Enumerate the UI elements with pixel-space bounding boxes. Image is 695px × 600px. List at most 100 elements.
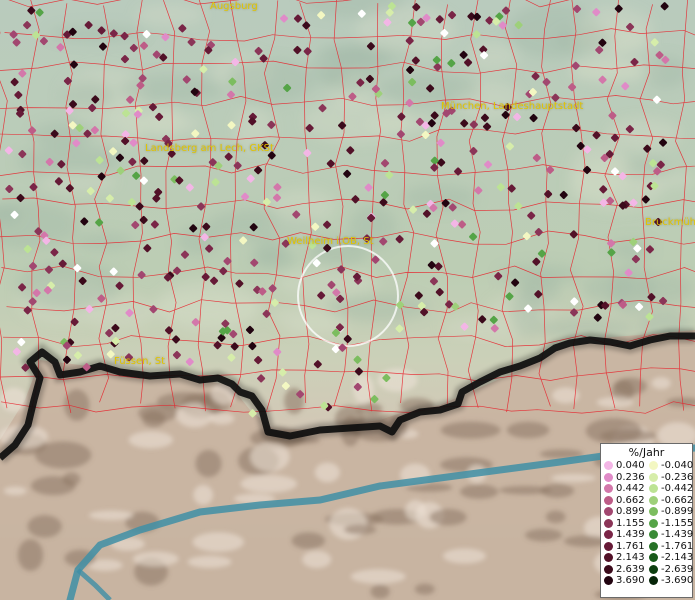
city-label-bruckmuehl: Bruckmüh xyxy=(645,217,695,228)
legend-value-negative: -3.690 xyxy=(661,575,694,587)
legend-swatch-negative xyxy=(649,530,658,540)
legend-swatch-positive xyxy=(604,507,613,517)
legend-swatch-negative xyxy=(649,472,658,482)
relief-patch xyxy=(72,232,134,251)
legend-swatch-negative xyxy=(649,553,658,563)
alps-relief xyxy=(459,484,499,499)
legend-swatch-positive xyxy=(604,576,613,586)
legend-value-negative: -0.442 xyxy=(661,483,694,495)
alps-relief xyxy=(291,532,326,550)
legend-row: 0.442 -0.442 xyxy=(601,483,694,495)
legend-rows: 0.040 -0.040 0.236 -0.236 0.442 -0.442 0.662 -0… xyxy=(601,460,694,587)
alps-relief xyxy=(370,584,390,599)
legend-value-positive: 0.899 xyxy=(616,506,645,518)
legend-value-negative: -2.143 xyxy=(661,552,694,564)
alps-relief xyxy=(62,472,81,486)
relief-patch xyxy=(249,250,297,271)
alps-relief xyxy=(440,421,501,439)
alps-relief xyxy=(314,462,341,483)
relief-patch xyxy=(135,3,204,26)
alps-relief xyxy=(195,449,222,478)
legend-value-negative: -2.639 xyxy=(661,563,694,575)
legend-value-positive: 1.155 xyxy=(616,517,645,529)
alps-relief xyxy=(350,569,406,584)
map-canvas[interactable] xyxy=(0,0,695,600)
legend-row: 1.439 -1.439 xyxy=(601,529,693,541)
alps-relief xyxy=(442,548,486,564)
legend-swatch-positive xyxy=(604,461,613,471)
alps-relief xyxy=(240,474,298,493)
legend-swatch-negative xyxy=(649,541,658,551)
alps-relief xyxy=(551,473,596,483)
alps-relief xyxy=(128,431,174,449)
legend-swatch-positive xyxy=(604,472,613,482)
legend-title: %/Jahr xyxy=(628,446,665,459)
legend-swatch-negative xyxy=(649,484,658,494)
legend-value-negative: -0.236 xyxy=(661,471,694,483)
alps-relief xyxy=(17,539,44,572)
alps-relief xyxy=(250,442,290,472)
alps-relief xyxy=(377,368,418,392)
alps-relief xyxy=(192,532,245,552)
city-label-augsburg: Augsburg xyxy=(210,1,258,12)
legend-swatch-negative xyxy=(649,576,658,586)
city-label-fuessen: Füssen, St xyxy=(114,356,166,367)
legend-swatch-negative xyxy=(649,564,658,574)
legend-swatch-positive xyxy=(604,530,613,540)
legend-value-positive: 0.662 xyxy=(616,494,645,506)
alps-relief xyxy=(614,377,647,395)
legend-value-positive: 2.639 xyxy=(616,563,645,575)
alps-relief xyxy=(27,515,62,538)
legend-value-negative: -0.899 xyxy=(661,506,694,518)
alps-relief xyxy=(414,583,435,595)
alps-relief xyxy=(138,404,178,423)
legend-row: 3.690 -3.690 xyxy=(601,575,694,587)
legend-swatch-positive xyxy=(604,541,613,551)
legend-swatch-negative xyxy=(649,495,658,505)
city-label-weilheim: Weilheim i.OB, St xyxy=(287,236,374,247)
legend-row: 0.662 -0.662 xyxy=(601,494,694,507)
legend-value-positive: 2.143 xyxy=(616,552,645,564)
alps-relief xyxy=(585,418,642,444)
legend-swatch-negative xyxy=(649,461,658,471)
relief-patch xyxy=(521,275,560,307)
legend-row: 1.761 -1.761 xyxy=(601,541,693,553)
alps-relief xyxy=(0,387,28,413)
legend-value-negative: -0.040 xyxy=(661,460,694,472)
alps-relief xyxy=(499,485,552,495)
legend-swatch-positive xyxy=(604,484,613,494)
relief-patch xyxy=(269,188,336,224)
legend-row: 0.899 -0.899 xyxy=(601,506,694,518)
alps-relief xyxy=(545,510,566,524)
legend-value-positive: 0.442 xyxy=(616,483,645,495)
alps-relief xyxy=(596,397,634,408)
relief-patch xyxy=(311,46,350,88)
legend-row: 0.236 -0.236 xyxy=(601,471,694,484)
alps-relief xyxy=(651,377,671,390)
legend-swatch-positive xyxy=(604,518,613,528)
alps-relief xyxy=(3,486,27,496)
legend-value-positive: 0.236 xyxy=(616,471,645,483)
alps-relief xyxy=(193,484,214,505)
legend-value-negative: -0.662 xyxy=(661,494,694,506)
alps-relief xyxy=(405,499,426,521)
legend-value-positive: 1.439 xyxy=(616,529,645,541)
legend-row: 0.040 -0.040 xyxy=(601,460,694,472)
city-label-landsberg: Landsberg am Lech, GKSt xyxy=(145,143,274,154)
legend-swatch-positive xyxy=(604,553,613,563)
relief-patch xyxy=(555,27,614,53)
relief-patch xyxy=(275,266,379,299)
alps-relief xyxy=(132,551,179,567)
alps-relief xyxy=(187,555,232,568)
relief-patch xyxy=(570,143,631,199)
legend-swatch-positive xyxy=(604,495,613,505)
legend-row: 1.155 -1.155 xyxy=(601,517,694,530)
alps-relief xyxy=(209,412,235,425)
alps-relief xyxy=(506,421,550,439)
map-legend: %/Jahr 0.040 -0.040 0.236 -0.236 0.442 -0.442… xyxy=(600,443,693,598)
alps-relief xyxy=(525,528,563,542)
legend-value-negative: -1.155 xyxy=(661,517,694,529)
legend-swatch-negative xyxy=(649,518,658,528)
legend-value-positive: 0.040 xyxy=(616,460,645,472)
city-label-muenchen: München, Landeshauptstadt xyxy=(441,101,584,112)
